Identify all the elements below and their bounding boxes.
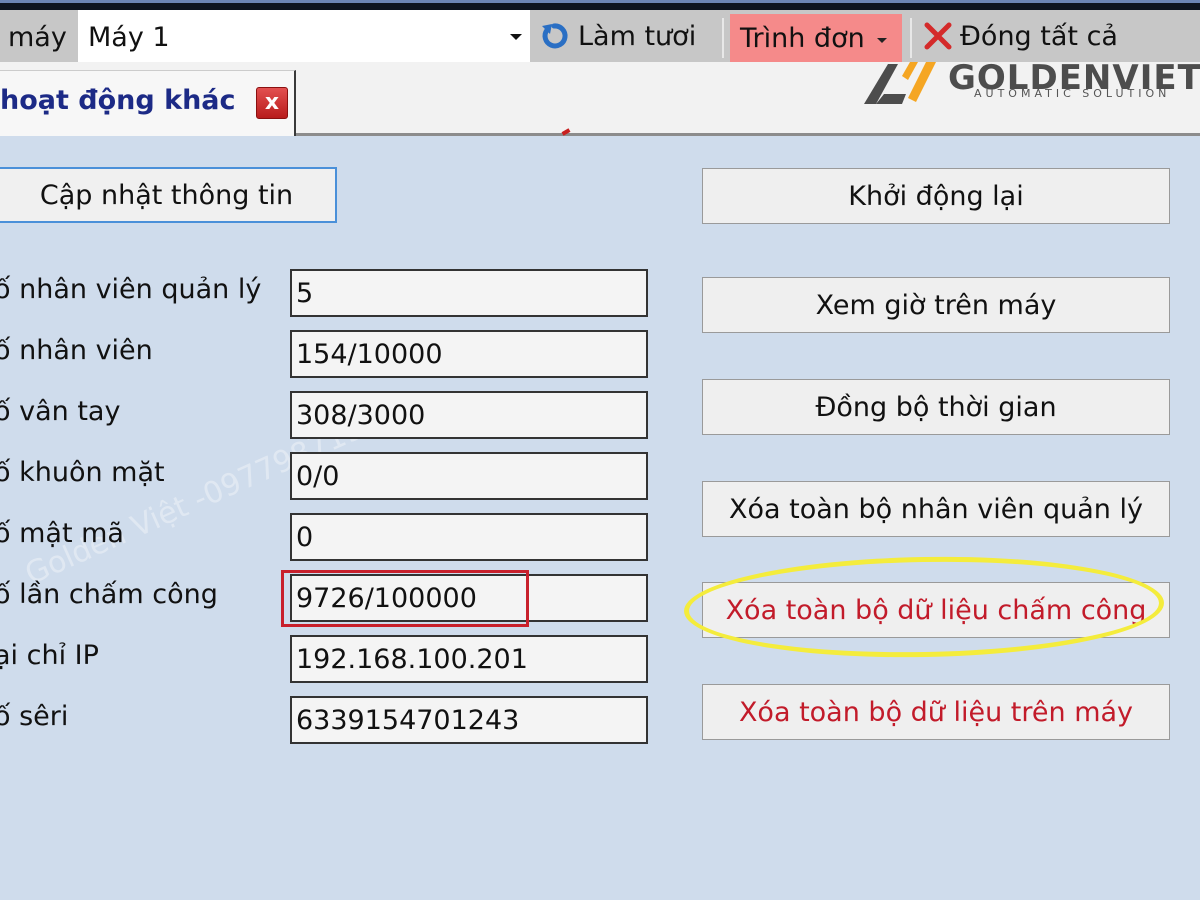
view-device-time-button[interactable]: Xem giờ trên máy xyxy=(702,277,1170,333)
restart-label: Khởi động lại xyxy=(848,180,1024,212)
caret-down-icon xyxy=(876,37,887,43)
refresh-button[interactable]: Làm tươi xyxy=(538,12,696,60)
field-label-password-count: ố mật mã xyxy=(0,518,124,549)
device-select[interactable]: Máy 1 xyxy=(78,10,530,62)
delete-all-attendance-label: Xóa toàn bộ dữ liệu chấm công xyxy=(725,594,1147,626)
field-label-face-count: ố khuôn mặt xyxy=(0,457,165,488)
delete-all-device-data-button[interactable]: Xóa toàn bộ dữ liệu trên máy xyxy=(702,684,1170,740)
tab-close-button[interactable]: x xyxy=(256,87,288,119)
delete-all-admins-label: Xóa toàn bộ nhân viên quản lý xyxy=(729,493,1143,525)
logo-tagline: AUTOMATIC SOLUTION xyxy=(974,87,1171,100)
restart-button[interactable]: Khởi động lại xyxy=(702,168,1170,224)
fingerprint-count-value: 308/3000 xyxy=(296,399,426,431)
tab-title: hoạt động khác xyxy=(0,85,236,116)
employee-count-value: 154/10000 xyxy=(296,338,443,370)
toolbar: máy Máy 1 Làm tươi Trình đơn Đóng tất cả xyxy=(0,10,1200,62)
menu-label: Trình đơn xyxy=(740,22,865,54)
update-info-label: Cập nhật thông tin xyxy=(39,179,294,211)
device-label: máy xyxy=(8,22,67,53)
window-top-border xyxy=(0,0,1200,10)
close-x-icon xyxy=(924,22,952,50)
password-count-field[interactable]: 0 xyxy=(290,513,648,561)
toolbar-separator xyxy=(722,18,724,58)
attendance-count-field[interactable]: 9726/100000 xyxy=(290,574,648,622)
face-count-field[interactable]: 0/0 xyxy=(290,452,648,500)
tab-other-operations[interactable]: hoạt động khác x xyxy=(0,70,296,136)
serial-number-value: 6339154701243 xyxy=(296,704,520,736)
password-count-value: 0 xyxy=(296,521,314,553)
admin-count-field[interactable]: 5 xyxy=(290,269,648,317)
close-icon: x xyxy=(264,90,280,115)
serial-number-field[interactable]: 6339154701243 xyxy=(290,696,648,744)
delete-all-device-data-label: Xóa toàn bộ dữ liệu trên máy xyxy=(738,696,1134,728)
view-device-time-label: Xem giờ trên máy xyxy=(815,289,1057,321)
delete-all-admins-button[interactable]: Xóa toàn bộ nhân viên quản lý xyxy=(702,481,1170,537)
field-label-attendance-count: ố lần chấm công xyxy=(0,579,218,610)
field-label-fingerprint-count: ố vân tay xyxy=(0,396,121,427)
face-count-value: 0/0 xyxy=(296,460,340,492)
close-all-button[interactable]: Đóng tất cả xyxy=(922,12,1118,60)
admin-count-value: 5 xyxy=(296,277,314,309)
close-all-label: Đóng tất cả xyxy=(960,20,1118,52)
chevron-down-icon[interactable] xyxy=(510,34,522,40)
menu-button[interactable]: Trình đơn xyxy=(730,14,902,62)
field-label-employee-count: ố nhân viên xyxy=(0,335,153,366)
attendance-count-value: 9726/100000 xyxy=(296,582,477,614)
field-label-ip-address: ại chỉ IP xyxy=(0,640,99,671)
field-label-admin-count: ố nhân viên quản lý xyxy=(0,274,262,305)
ip-address-field[interactable]: 192.168.100.201 xyxy=(290,635,648,683)
update-info-button[interactable]: Cập nhật thông tin xyxy=(0,167,337,223)
ip-address-value: 192.168.100.201 xyxy=(296,643,528,675)
refresh-icon xyxy=(542,23,568,49)
sync-time-label: Đồng bộ thời gian xyxy=(815,391,1057,423)
refresh-label: Làm tươi xyxy=(578,20,697,52)
sync-time-button[interactable]: Đồng bộ thời gian xyxy=(702,379,1170,435)
toolbar-separator xyxy=(910,18,912,58)
field-label-serial-number: ố sêri xyxy=(0,701,69,732)
employee-count-field[interactable]: 154/10000 xyxy=(290,330,648,378)
goldenviet-logo: GOLDENVIET AUTOMATIC SOLUTION xyxy=(862,58,1200,108)
device-select-value: Máy 1 xyxy=(88,22,170,53)
fingerprint-count-field[interactable]: 308/3000 xyxy=(290,391,648,439)
delete-all-attendance-button[interactable]: Xóa toàn bộ dữ liệu chấm công xyxy=(702,582,1170,638)
logo-mark-icon xyxy=(864,62,936,104)
